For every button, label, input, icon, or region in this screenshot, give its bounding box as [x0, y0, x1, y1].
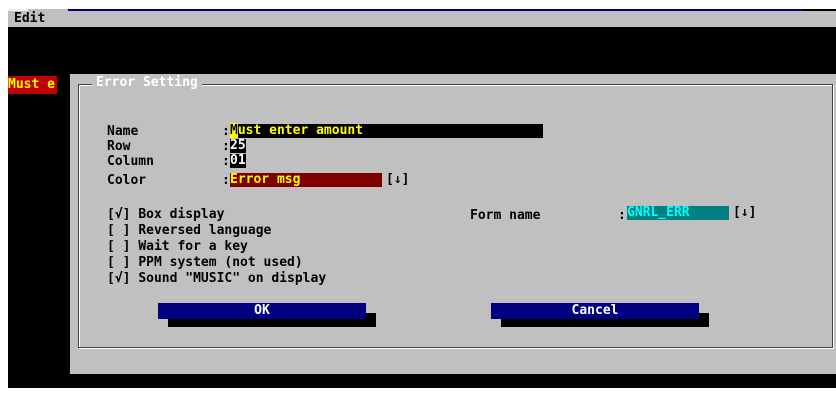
dialog-title: Error Setting — [92, 74, 202, 92]
menubar-edge-right — [803, 9, 836, 11]
ok-button[interactable]: OK — [158, 303, 366, 319]
row-label: Row — [107, 139, 131, 154]
color-select[interactable]: Error msg — [230, 173, 382, 187]
checkbox-label: Wait for a key — [138, 239, 248, 254]
row-colon: : — [222, 139, 230, 154]
name-input-text: ust enter amount — [237, 123, 364, 138]
color-label: Color — [107, 173, 147, 188]
checkbox-label: Box display — [138, 207, 225, 222]
checkbox-sound-music[interactable]: [√] Sound "MUSIC" on display — [107, 272, 326, 285]
menu-edit[interactable]: Edit — [14, 10, 45, 27]
column-label: Column — [107, 154, 154, 169]
checkbox-label: PPM system (not used) — [138, 255, 303, 270]
checkbox-box-display[interactable]: [√] Box display — [107, 208, 224, 221]
checkbox-reversed-language[interactable]: [ ] Reversed language — [107, 224, 271, 237]
checkbox-mark: [ ] — [107, 239, 131, 254]
name-input[interactable]: Must enter amount — [230, 123, 543, 138]
name-label: Name — [107, 124, 139, 139]
checkbox-mark: [√] — [107, 207, 131, 222]
row-input[interactable]: 25 — [230, 139, 246, 153]
checkbox-wait-for-key[interactable]: [ ] Wait for a key — [107, 240, 248, 253]
checkbox-label: Sound "MUSIC" on display — [138, 271, 327, 286]
text-cursor: M — [230, 123, 238, 138]
menu-bar — [8, 9, 836, 27]
checkbox-mark: [ ] — [107, 255, 131, 270]
form-name-select[interactable]: GNRL_ERR — [627, 206, 729, 220]
checkbox-mark: [ ] — [107, 223, 131, 238]
color-colon: : — [222, 173, 230, 188]
column-input[interactable]: 01 — [230, 154, 246, 168]
form-name-dropdown-arrow[interactable]: [↓] — [733, 206, 756, 220]
color-dropdown-arrow[interactable]: [↓] — [386, 173, 409, 187]
name-colon: : — [222, 124, 230, 139]
checkbox-label: Reversed language — [138, 223, 272, 238]
cancel-button[interactable]: Cancel — [491, 303, 699, 319]
form-name-colon: : — [618, 208, 626, 223]
menubar-top-line — [68, 9, 803, 11]
column-colon: : — [222, 154, 230, 169]
checkbox-mark: [√] — [107, 271, 131, 286]
background-error-message: Must e — [8, 76, 57, 94]
form-name-label: Form name — [470, 208, 541, 223]
checkbox-ppm-system[interactable]: [ ] PPM system (not used) — [107, 256, 303, 269]
